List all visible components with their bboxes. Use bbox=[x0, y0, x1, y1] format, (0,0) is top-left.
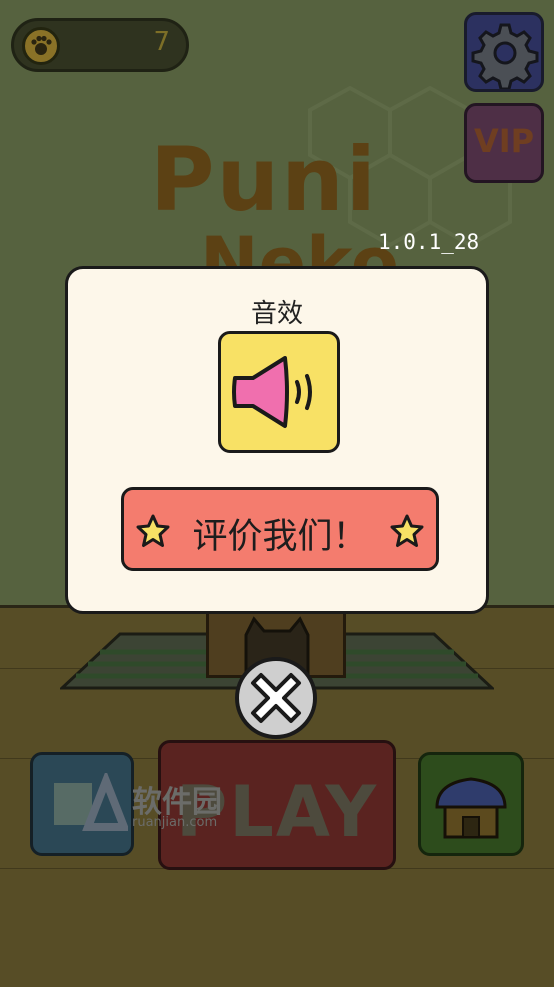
speaker-icon bbox=[232, 356, 312, 428]
coin-counter: 7 bbox=[11, 18, 189, 72]
vip-button[interactable]: VIP bbox=[464, 103, 544, 183]
game-title-line1: Puni bbox=[150, 128, 378, 231]
gear-icon bbox=[471, 23, 539, 91]
shop-icon bbox=[435, 777, 507, 839]
sound-toggle-button[interactable] bbox=[218, 331, 340, 453]
watermark-logo-icon bbox=[54, 770, 130, 831]
settings-button[interactable] bbox=[464, 12, 544, 92]
settings-dialog: 音效 评价我们！ bbox=[65, 266, 489, 614]
star-icon bbox=[390, 514, 424, 547]
version-label: 1.0.1_28 bbox=[378, 230, 480, 254]
shop-button[interactable] bbox=[418, 752, 524, 856]
rate-us-button[interactable]: 评价我们！ bbox=[121, 487, 439, 571]
close-dialog-button[interactable] bbox=[235, 657, 317, 739]
dialog-title: 音效 bbox=[250, 299, 303, 329]
coin-count: 7 bbox=[153, 27, 170, 57]
watermark: 软件园 ruanjian.com bbox=[48, 770, 248, 835]
close-icon bbox=[251, 673, 301, 723]
paw-coin-icon bbox=[22, 27, 60, 65]
watermark-subtext: ruanjian.com bbox=[132, 815, 218, 830]
vip-label: VIP bbox=[473, 122, 535, 160]
